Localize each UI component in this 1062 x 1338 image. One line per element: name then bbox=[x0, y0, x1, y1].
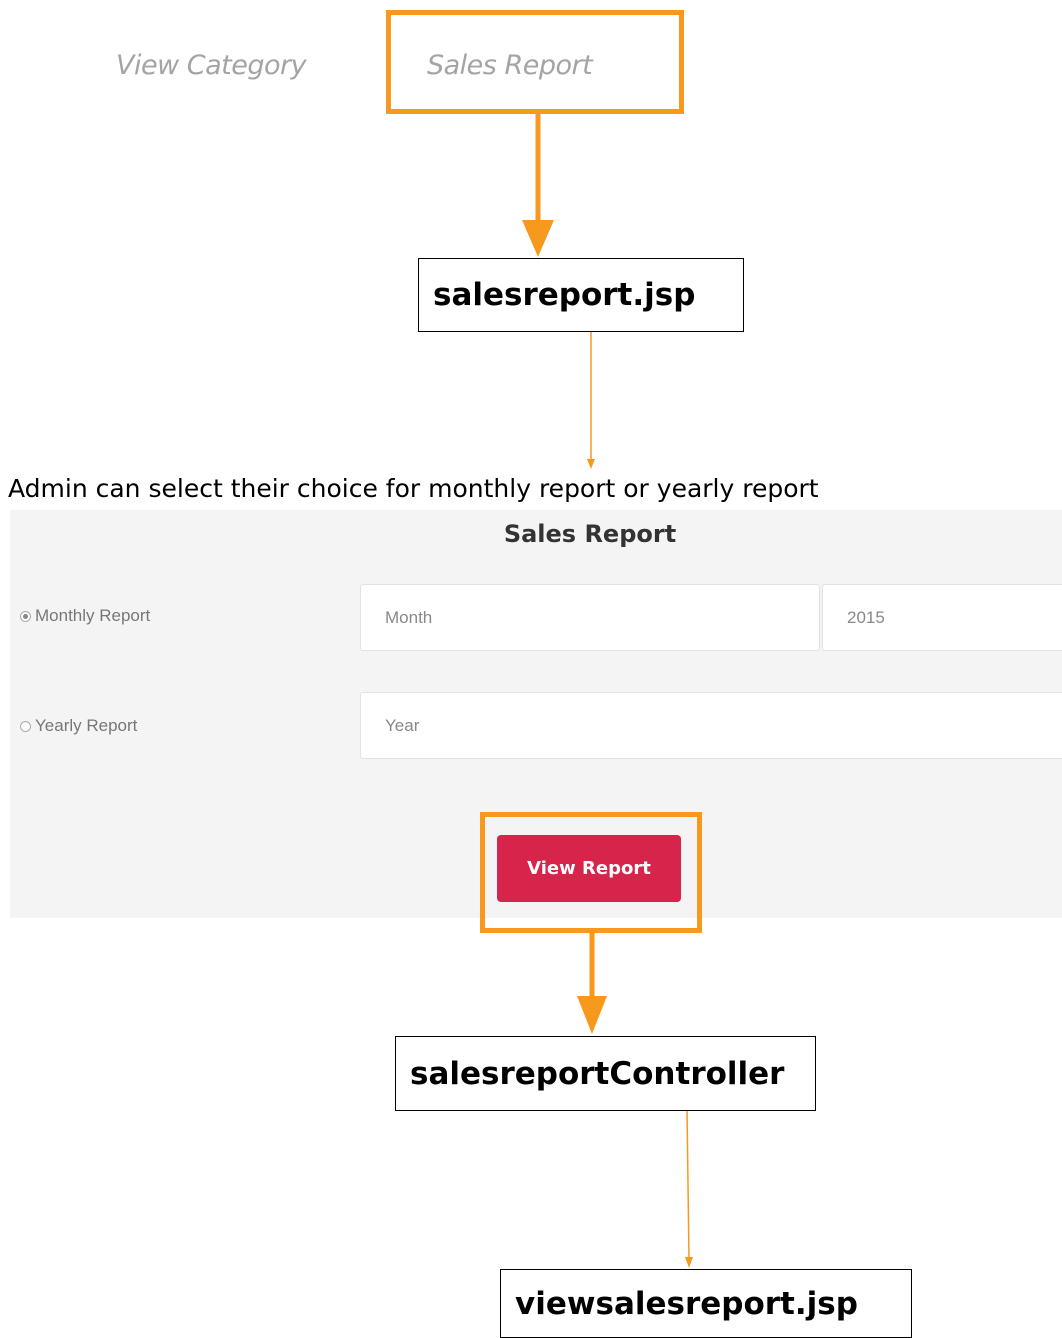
month-select-value: Month bbox=[385, 607, 433, 627]
radio-button-yearly[interactable] bbox=[20, 720, 31, 732]
month-select[interactable]: Month bbox=[360, 584, 820, 651]
flow-box-salesreport-jsp: salesreport.jsp bbox=[418, 258, 744, 332]
flow-box-label: salesreport.jsp bbox=[433, 277, 696, 313]
month-year-select[interactable]: 2015 bbox=[822, 584, 1062, 651]
radio-yearly-report[interactable]: Yearly Report bbox=[20, 716, 137, 736]
flow-box-label: salesreportController bbox=[410, 1055, 785, 1092]
radio-label-yearly: Yearly Report bbox=[35, 716, 138, 735]
form-title: Sales Report bbox=[503, 520, 677, 548]
flow-box-salesreport-controller: salesreportController bbox=[395, 1036, 816, 1111]
radio-label-monthly: Monthly Report bbox=[35, 606, 151, 625]
month-year-value: 2015 bbox=[847, 607, 885, 627]
flow-box-viewsalesreport-jsp: viewsalesreport.jsp bbox=[500, 1269, 912, 1338]
radio-button-monthly[interactable] bbox=[20, 610, 31, 622]
year-select-value: Year bbox=[385, 715, 420, 735]
nav-link-view-category[interactable]: View Category bbox=[116, 50, 307, 81]
radio-monthly-report[interactable]: Monthly Report bbox=[20, 606, 150, 626]
connector-controller-to-view bbox=[686, 1109, 690, 1259]
year-select[interactable]: Year bbox=[360, 692, 1062, 759]
flow-box-label: viewsalesreport.jsp bbox=[515, 1285, 858, 1322]
arrowhead-controller-to-view bbox=[685, 1257, 693, 1268]
arrowhead-button-to-controller bbox=[577, 996, 607, 1034]
view-report-button-label: View Report bbox=[527, 858, 651, 879]
flow-caption: Admin can select their choice for monthl… bbox=[8, 474, 819, 503]
view-report-button[interactable]: View Report bbox=[497, 835, 681, 902]
arrowhead-nav-to-jsp bbox=[522, 220, 554, 257]
nav-link-sales-report[interactable]: Sales Report bbox=[427, 50, 593, 81]
arrowhead-jsp-to-form bbox=[587, 459, 595, 469]
